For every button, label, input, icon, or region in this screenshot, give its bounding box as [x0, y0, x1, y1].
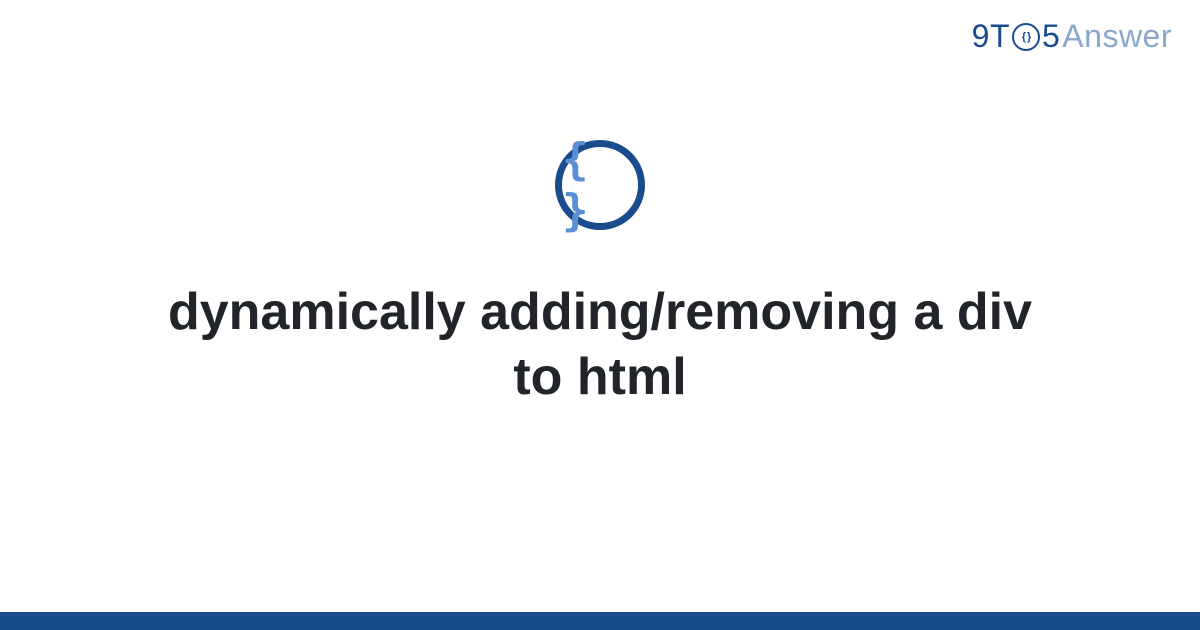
braces-symbol: { } [562, 134, 638, 236]
footer-accent-bar [0, 612, 1200, 630]
page-title: dynamically adding/removing a div to htm… [100, 280, 1100, 410]
code-braces-icon: { } [555, 140, 645, 230]
main-content: { } dynamically adding/removing a div to… [0, 0, 1200, 630]
